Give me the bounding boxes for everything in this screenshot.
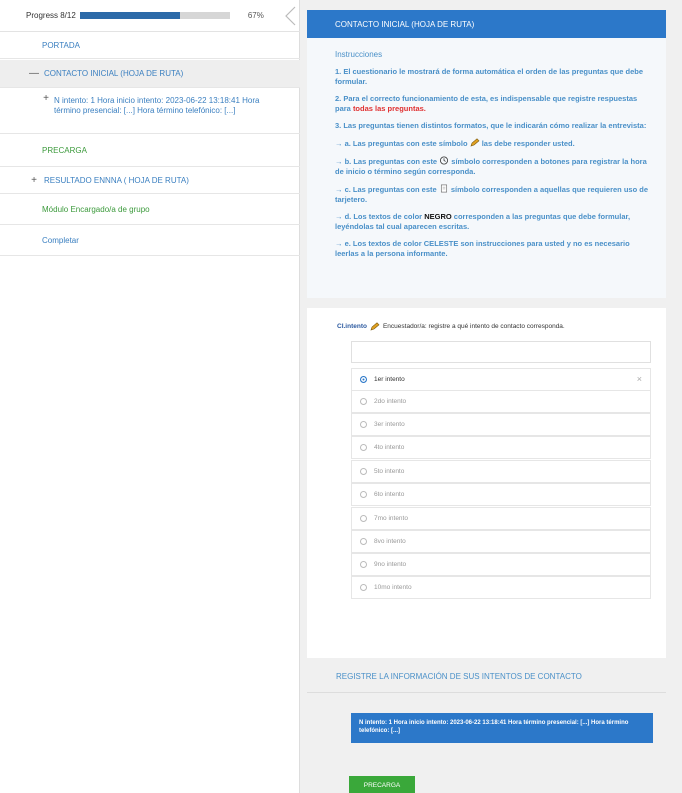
instruction-3: 3. Las preguntas tienen distintos format… <box>335 121 647 130</box>
radio-icon[interactable] <box>360 584 367 591</box>
option-item[interactable]: 2do intento <box>351 390 651 413</box>
instruction-text: → b. Las preguntas con este <box>335 157 440 166</box>
precarga-button[interactable]: PRECARGA <box>349 776 415 793</box>
main-content: CONTACTO INICIAL (HOJA DE RUTA) Instrucc… <box>300 0 682 793</box>
radio-icon[interactable] <box>360 538 367 545</box>
question-label: CI.intento Encuestador/a: registre a qué… <box>337 322 565 331</box>
instructions-panel: Instrucciones 1. El cuestionario le most… <box>307 38 666 298</box>
option-item[interactable]: 9no intento <box>351 553 651 576</box>
instruction-e: → e. Los textos de color CELESTE son ins… <box>335 239 630 258</box>
sidebar-item-portada[interactable]: PORTADA <box>0 33 300 59</box>
radio-icon[interactable] <box>360 491 367 498</box>
radio-icon[interactable] <box>360 421 367 428</box>
option-item[interactable]: 1er intento × <box>351 368 651 391</box>
option-item[interactable]: 7mo intento <box>351 507 651 530</box>
question-text: Encuestador/a: registre a qué intento de… <box>382 323 565 330</box>
chevron-left-icon[interactable] <box>283 6 299 26</box>
sidebar-item-label: CONTACTO INICIAL (HOJA DE RUTA) <box>44 69 184 78</box>
clear-icon[interactable]: × <box>637 374 642 384</box>
instruction-2: 2. Para el correcto funcionamiento de es… <box>335 94 652 114</box>
sidebar: Progress 8/12 67% PORTADA — CONTACTO INI… <box>0 0 300 793</box>
progress-label: Progress 8/12 <box>26 11 76 20</box>
pencil-icon <box>370 322 380 331</box>
option-label: 5to intento <box>374 468 405 475</box>
instruction-text: las debe responder usted. <box>479 139 575 148</box>
option-label: 9no intento <box>374 561 407 568</box>
pencil-icon <box>470 138 480 147</box>
sidebar-item-label: RESULTADO ENNNA ( HOJA DE RUTA) <box>44 176 189 185</box>
sidebar-item-intento[interactable]: + N intento: 1 Hora inicio intento: 2023… <box>0 89 300 134</box>
section-header: CONTACTO INICIAL (HOJA DE RUTA) <box>307 10 666 38</box>
card-icon <box>440 184 447 193</box>
progress-bar-fill <box>79 12 181 19</box>
question-code: CI.intento <box>337 323 367 330</box>
instruction-text: → c. Las preguntas con este <box>335 185 439 194</box>
question-card: CI.intento Encuestador/a: registre a qué… <box>307 308 666 658</box>
section-title: CONTACTO INICIAL (HOJA DE RUTA) <box>335 19 475 29</box>
instruction-highlight: NEGRO <box>424 212 452 221</box>
instruction-text: → d. Los textos de color <box>335 212 425 221</box>
sidebar-item-label: PORTADA <box>42 41 80 50</box>
option-label: 2do intento <box>374 398 407 405</box>
instruction-a: → a. Las preguntas con este símbolo las … <box>335 138 652 149</box>
option-item[interactable]: 4to intento <box>351 436 651 459</box>
sidebar-item-resultado[interactable]: + RESULTADO ENNNA ( HOJA DE RUTA) <box>0 168 300 194</box>
option-label: 8vo intento <box>374 538 406 545</box>
instruction-b: → b. Las preguntas con este símbolo corr… <box>335 156 652 177</box>
instruction-d: → d. Los textos de color NEGRO correspon… <box>335 212 652 232</box>
register-panel[interactable]: N intento: 1 Hora inicio intento: 2023-0… <box>351 713 653 743</box>
sidebar-item-label: PRECARGA <box>42 146 87 155</box>
option-label: 7mo intento <box>374 515 408 522</box>
radio-icon[interactable] <box>360 468 367 475</box>
option-label: 6to intento <box>374 491 405 498</box>
radio-icon[interactable] <box>360 515 367 522</box>
option-item[interactable]: 10mo intento <box>351 576 651 599</box>
option-filter-input[interactable] <box>351 341 651 363</box>
expand-icon: + <box>43 93 49 104</box>
radio-selected-icon[interactable] <box>360 376 367 383</box>
instruction-highlight: todas las preguntas. <box>352 104 426 113</box>
sidebar-item-label: Módulo Encargado/a de grupo <box>42 205 150 214</box>
expand-icon: + <box>31 175 37 186</box>
sidebar-item-label: Completar <box>42 236 79 245</box>
sidebar-item-completar[interactable]: Completar <box>0 226 300 256</box>
option-label: 3er intento <box>374 421 405 428</box>
register-title: REGISTRE LA INFORMACIÓN DE SUS INTENTOS … <box>336 672 582 681</box>
option-label: 1er intento <box>374 376 405 383</box>
radio-icon[interactable] <box>360 444 367 451</box>
sidebar-item-precarga[interactable]: PRECARGA <box>0 135 300 167</box>
sidebar-item-label: N intento: 1 Hora inicio intento: 2023-0… <box>54 96 260 115</box>
clock-icon <box>440 156 449 165</box>
option-label: 10mo intento <box>374 584 412 591</box>
collapse-icon: — <box>29 68 39 79</box>
option-item[interactable]: 6to intento <box>351 483 651 506</box>
option-label: 4to intento <box>374 444 405 451</box>
sidebar-item-contacto-inicial[interactable]: — CONTACTO INICIAL (HOJA DE RUTA) <box>0 60 300 88</box>
instruction-1: 1. El cuestionario le mostrará de forma … <box>335 67 644 86</box>
option-item[interactable]: 8vo intento <box>351 530 651 553</box>
radio-icon[interactable] <box>360 561 367 568</box>
sidebar-item-modulo-encargado[interactable]: Módulo Encargado/a de grupo <box>0 195 300 225</box>
instruction-c: → c. Las preguntas con este símbolo corr… <box>335 184 652 205</box>
progress-bar <box>79 12 230 19</box>
option-item[interactable]: 3er intento <box>351 413 651 436</box>
radio-icon[interactable] <box>360 398 367 405</box>
progress-row: Progress 8/12 67% <box>0 0 300 32</box>
divider <box>307 692 666 693</box>
instructions-title: Instrucciones <box>335 50 383 59</box>
progress-percent: 67% <box>247 11 264 20</box>
option-item[interactable]: 5to intento <box>351 460 651 483</box>
instruction-text: → a. Las preguntas con este símbolo <box>335 139 470 148</box>
